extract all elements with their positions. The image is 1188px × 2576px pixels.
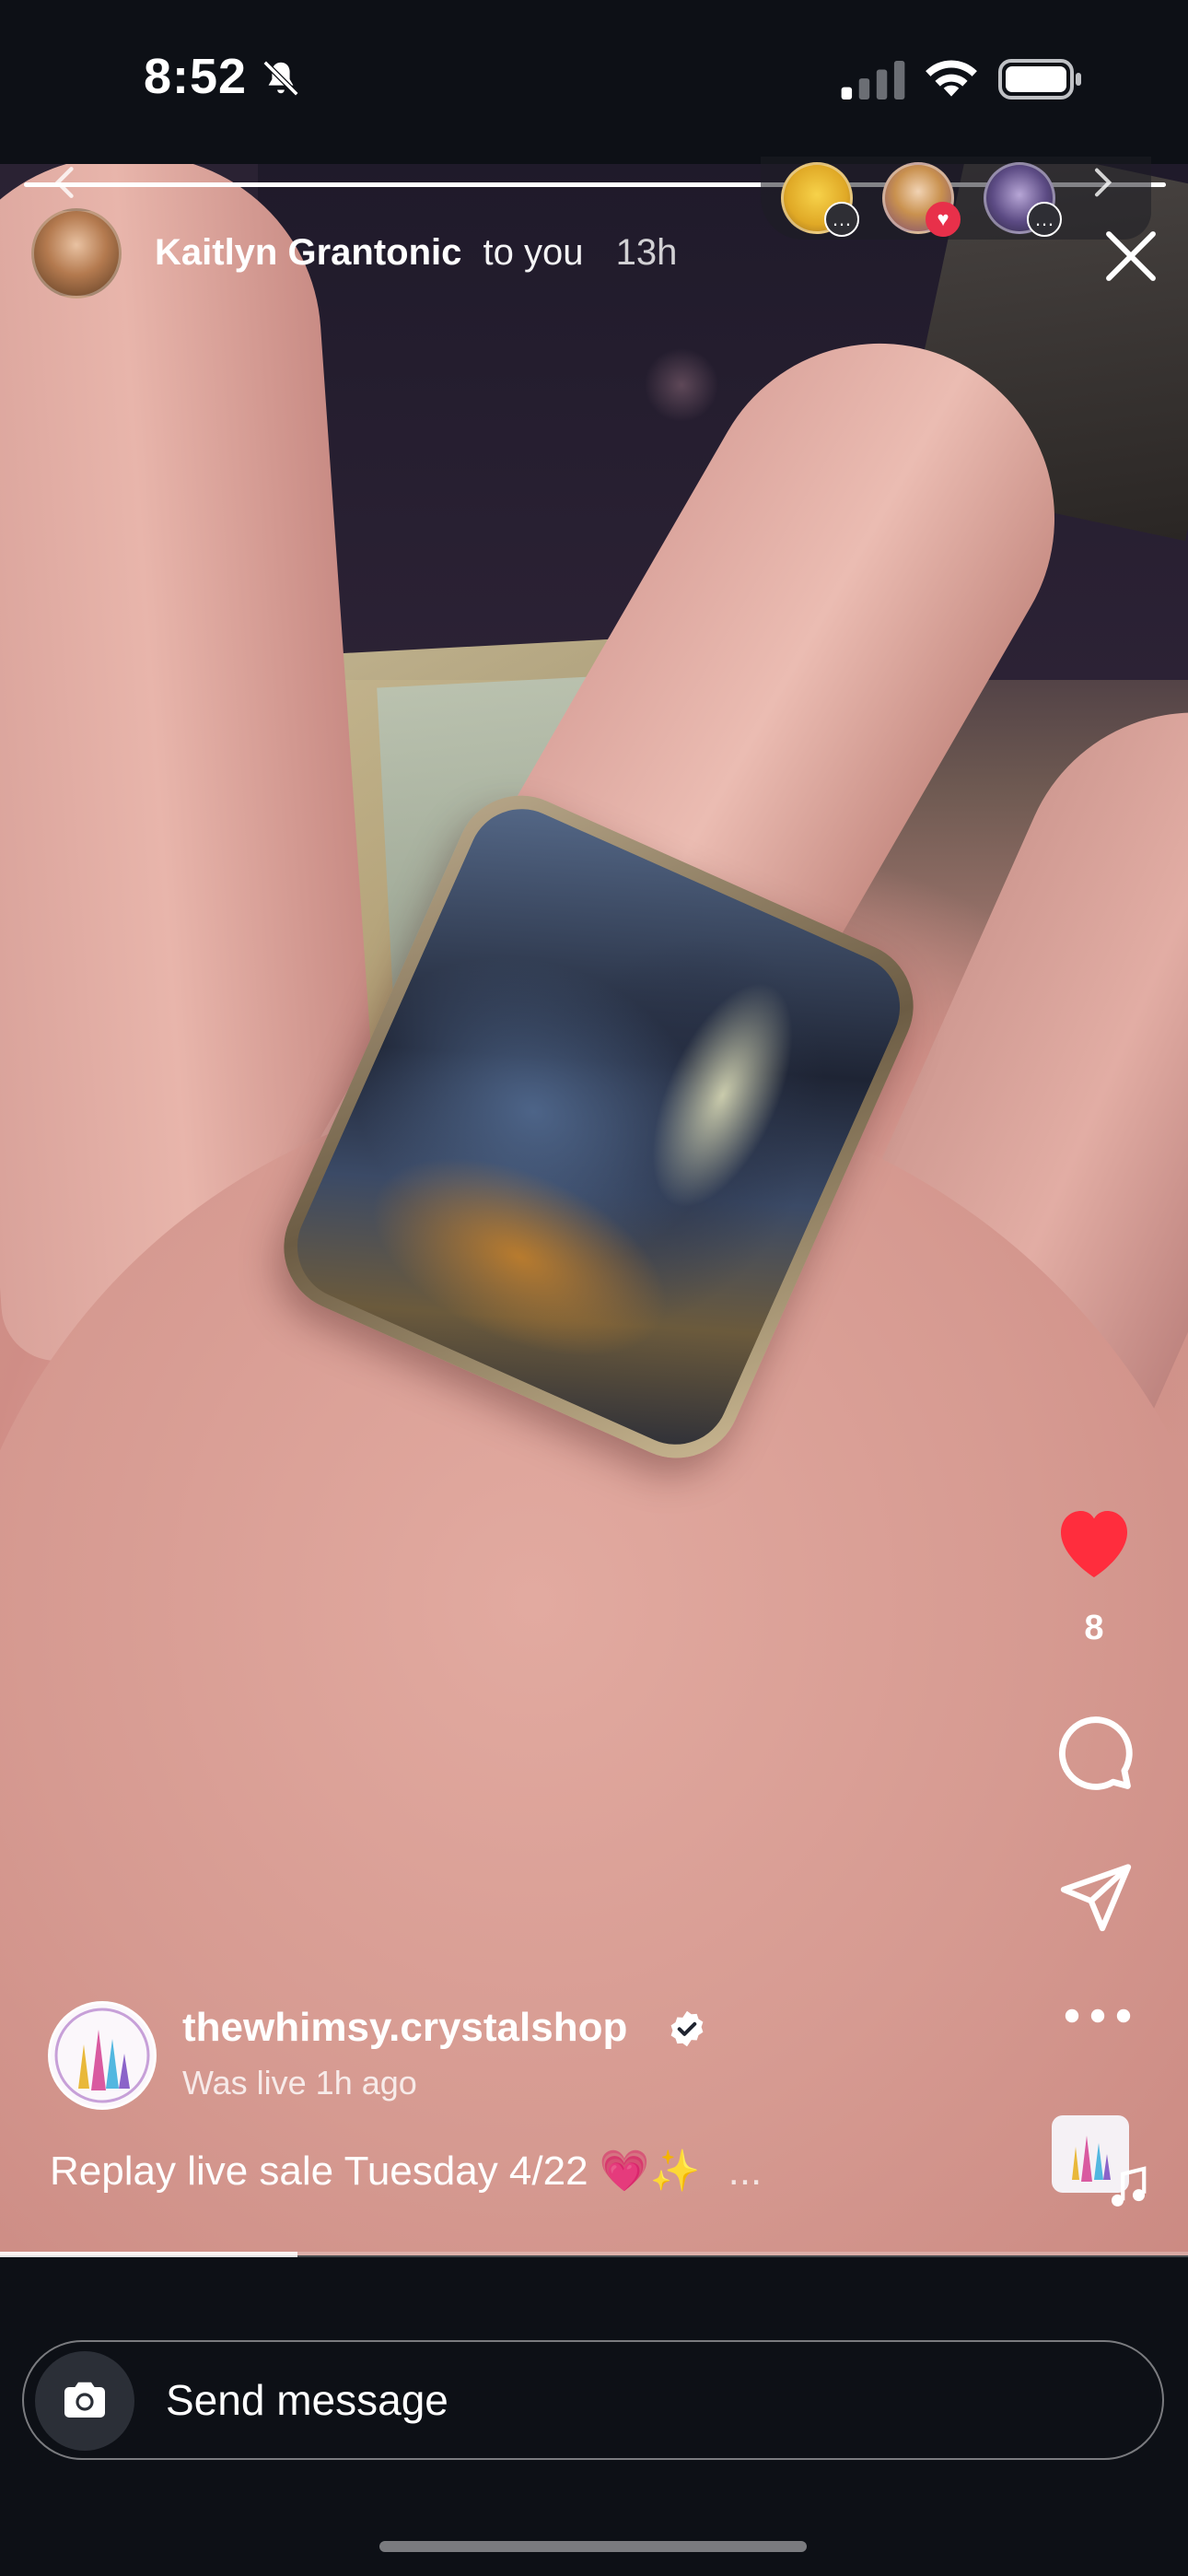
share-icon[interactable]	[1055, 1857, 1136, 1935]
signal-icon	[841, 61, 905, 100]
message-input[interactable]: Send message	[166, 2375, 448, 2425]
music-note-icon	[1111, 2166, 1147, 2207]
sender-avatar[interactable]	[31, 208, 122, 299]
status-time: 8:52	[144, 49, 248, 104]
comment-badge-icon: …	[1027, 202, 1062, 237]
camera-icon	[64, 2382, 105, 2418]
story-media[interactable]	[0, 164, 1188, 2255]
chevron-right-icon[interactable]	[1083, 162, 1120, 203]
post-caption[interactable]: Replay live sale Tuesday 4/22 💗✨ ...	[50, 2147, 762, 2195]
sender-name[interactable]: Kaitlyn Grantonic	[155, 232, 461, 273]
camera-button[interactable]	[35, 2351, 134, 2451]
caption-more-link[interactable]: ...	[728, 2149, 763, 2194]
comment-icon[interactable]	[1052, 1710, 1136, 1795]
crystal-logo-icon	[54, 2008, 150, 2103]
wifi-icon	[926, 60, 977, 97]
playback-progress-fill	[0, 2252, 297, 2257]
comment-badge-icon: …	[824, 202, 859, 237]
live-avatar-1[interactable]: …	[781, 162, 859, 237]
shop-avatar[interactable]	[48, 2001, 157, 2110]
live-status-text: Was live 1h ago	[182, 2064, 417, 2102]
bell-slash-icon	[262, 60, 299, 97]
more-icon[interactable]	[1061, 2005, 1135, 2027]
home-indicator	[379, 2541, 807, 2552]
caption-text: Replay live sale Tuesday 4/22 💗✨	[50, 2149, 701, 2194]
live-avatar-3[interactable]: …	[984, 162, 1062, 237]
close-icon[interactable]	[1101, 227, 1160, 286]
like-count: 8	[1084, 1609, 1104, 1647]
story-header: Kaitlyn Grantonic to you 13h	[155, 232, 677, 274]
recipient-text: to you	[483, 232, 584, 273]
live-avatar-2[interactable]: ♥	[882, 162, 961, 237]
battery-icon	[998, 59, 1081, 100]
status-bar: 8:52	[0, 0, 1188, 164]
heart-badge-icon: ♥	[926, 202, 961, 237]
shop-username[interactable]: thewhimsy.crystalshop	[182, 2005, 627, 2051]
story-timestamp: 13h	[615, 232, 678, 273]
heart-icon[interactable]	[1050, 1500, 1138, 1581]
verified-badge-icon	[670, 2010, 704, 2047]
chevron-left-icon[interactable]	[46, 162, 87, 203]
playback-progress-bar[interactable]	[0, 2252, 1188, 2257]
